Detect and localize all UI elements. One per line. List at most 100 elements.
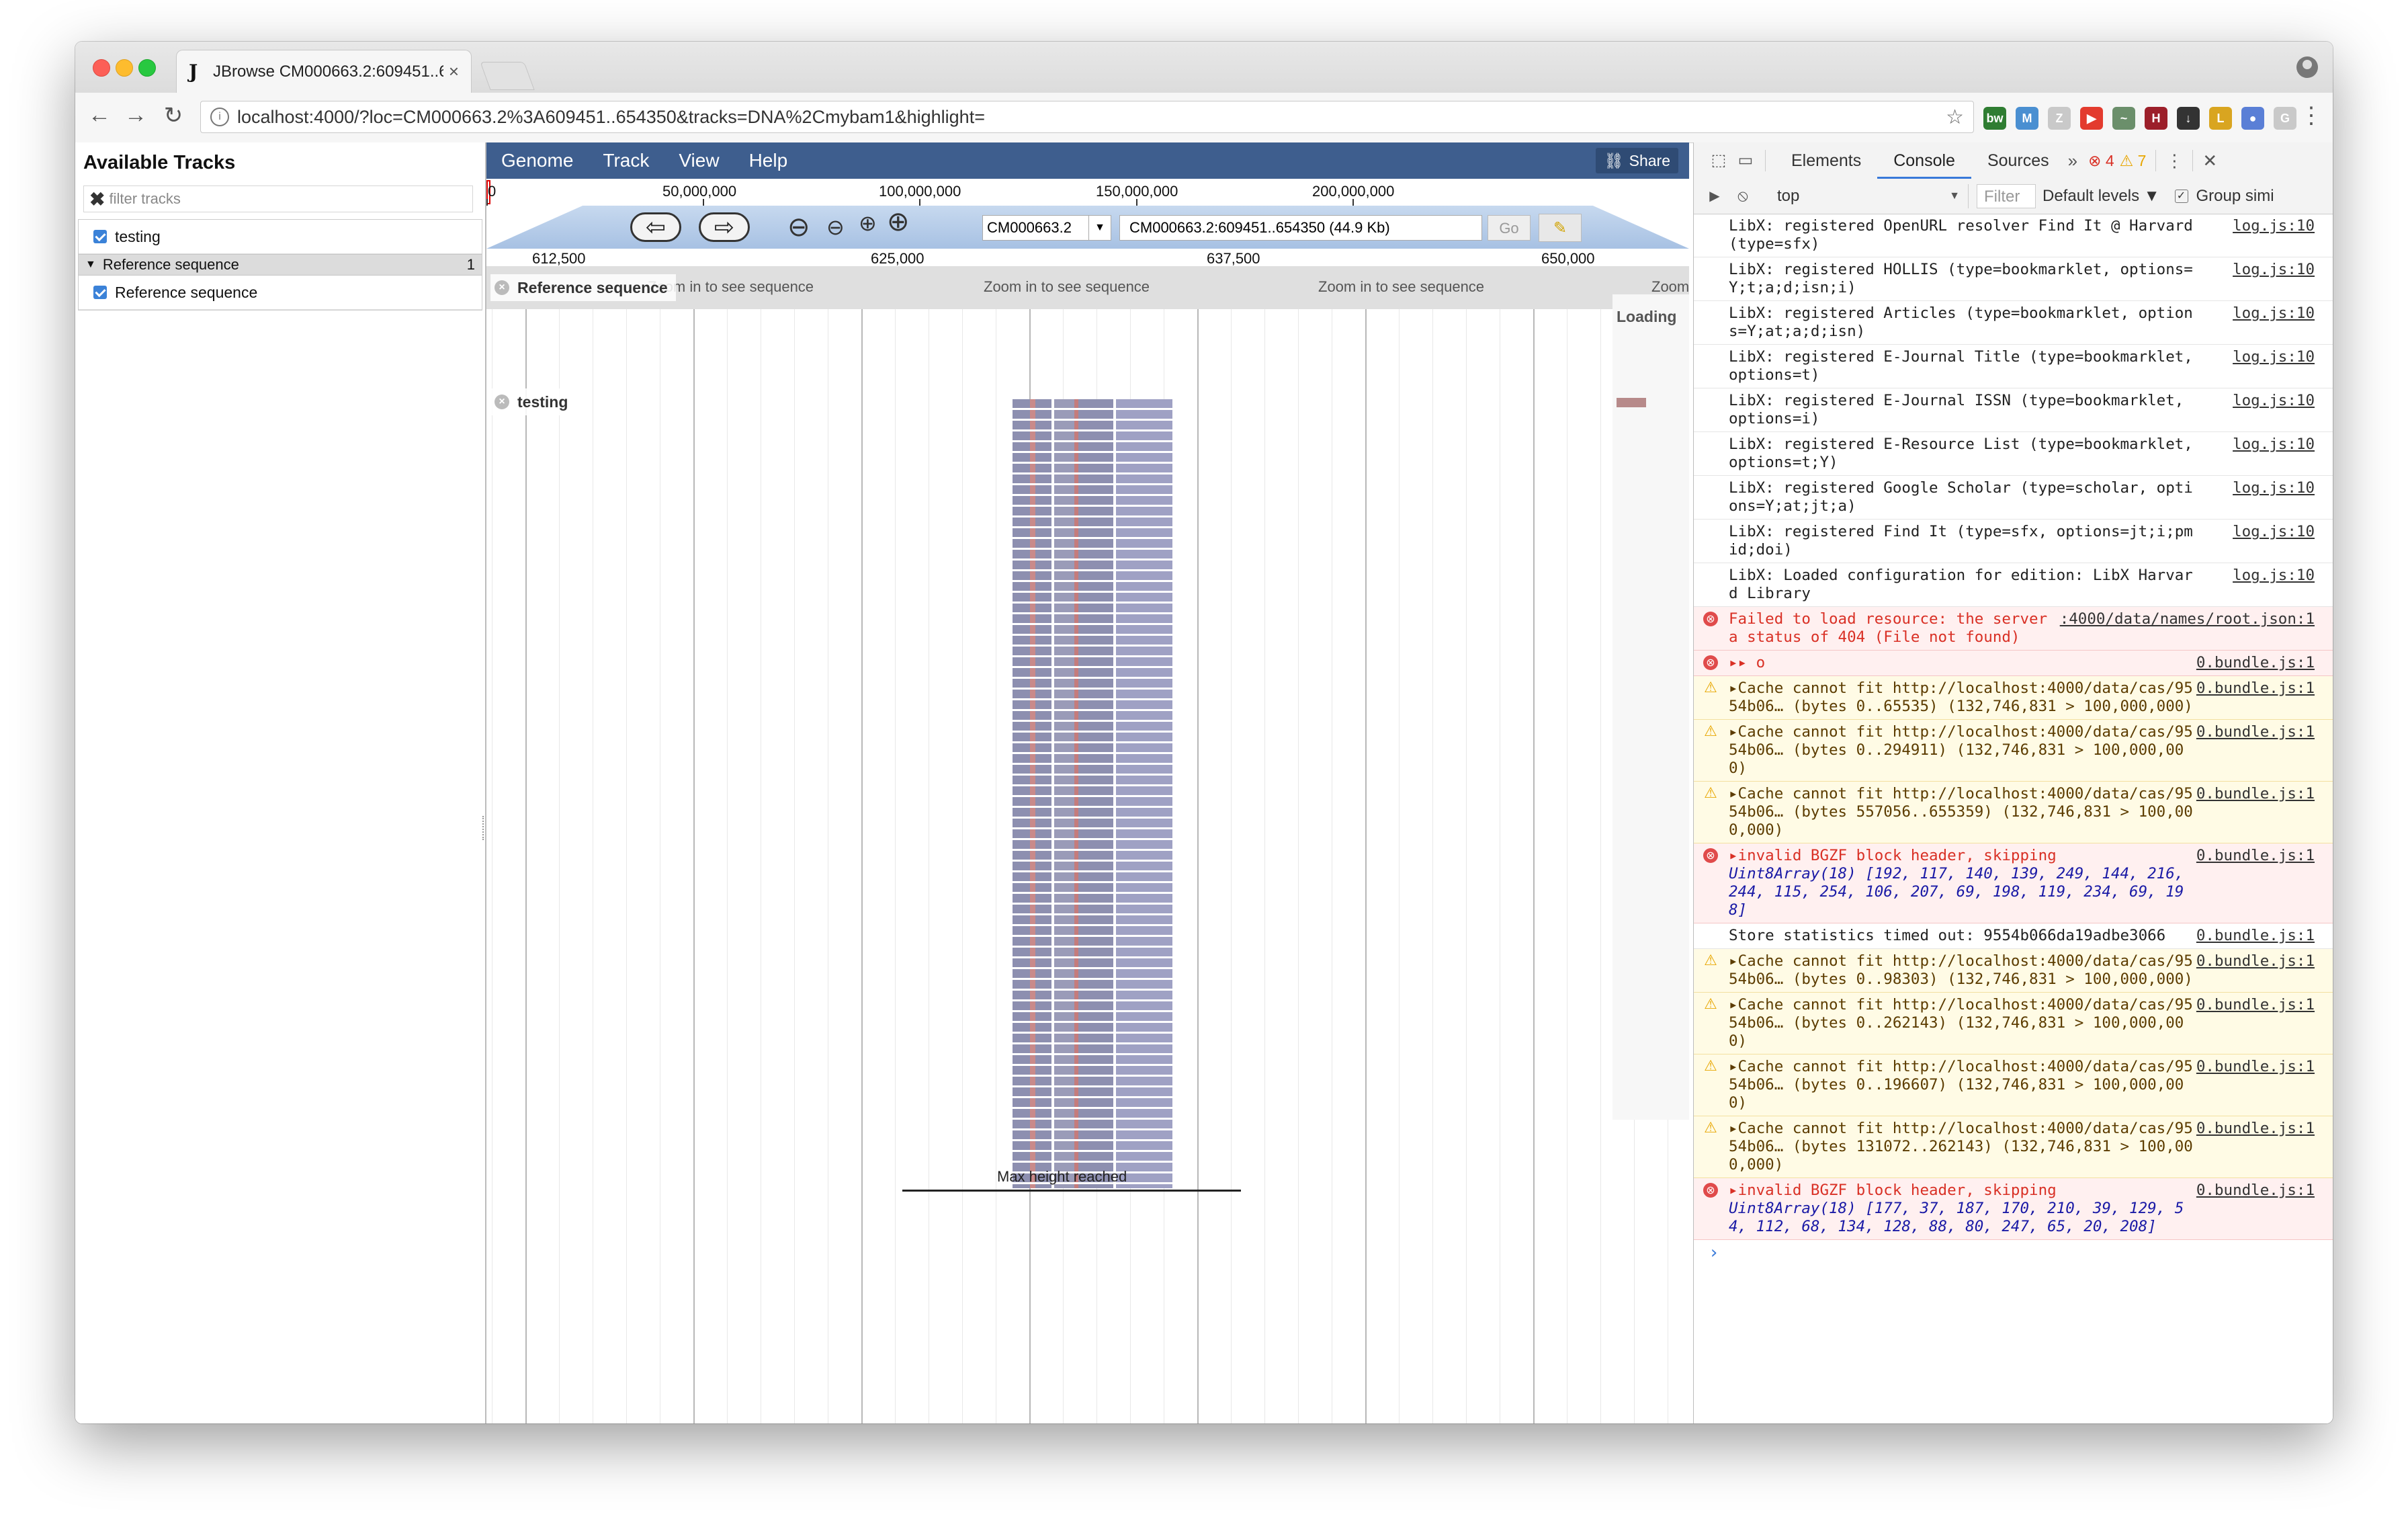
message-source-link[interactable]: 0.bundle.js:1 [2192,654,2315,672]
harvard-extension-icon[interactable]: H [2145,107,2167,130]
chrome-menu-icon[interactable]: ⋮ [2296,102,2326,129]
track-checkbox[interactable] [93,286,107,299]
close-devtools-icon[interactable]: ✕ [2202,151,2217,171]
track-label-testing[interactable]: × testing [490,388,576,415]
tab-elements[interactable]: Elements [1775,142,1877,179]
message-source-link[interactable]: log.js:10 [2229,304,2315,323]
youtube-extension-icon[interactable]: ▶ [2080,107,2103,130]
console-message[interactable]: log.js:10 LibX: registered E-Journal Titl… [1694,345,2333,388]
message-source-link[interactable]: 0.bundle.js:1 [2192,679,2315,698]
console-message[interactable]: log.js:10 LibX: registered Google Scholar… [1694,476,2333,520]
warning-count-badge[interactable]: ⚠ 7 [2120,152,2147,170]
zoom-out-icon[interactable]: ⊖ [826,212,845,242]
message-source-link[interactable]: 0.bundle.js:1 [2192,723,2315,741]
console-message[interactable]: ⚠ 0.bundle.js:1 ▸Cache cannot fit http://l… [1694,949,2333,993]
message-source-link[interactable]: 0.bundle.js:1 [2192,785,2315,803]
profile-icon[interactable] [2296,56,2318,78]
message-source-link[interactable]: 0.bundle.js:1 [2192,1120,2315,1138]
group-similar-toggle[interactable]: ✓ Group simi [2174,187,2274,206]
inspect-element-icon[interactable]: ⬚ [1709,151,1729,171]
download-extension-icon[interactable]: ↓ [2177,107,2200,130]
console-message[interactable]: ⊗:4000/data/names/root.json:1 Failed to l… [1694,607,2333,651]
new-tab-button[interactable] [480,62,535,90]
zoom-in-icon[interactable]: ⊕ [859,208,877,238]
track-label-reference-sequence[interactable]: × Reference sequence [490,274,676,301]
console-sidebar-icon[interactable]: ▶ [1705,186,1725,206]
reference-sequence-select[interactable]: CM000663.2 ▼ [982,215,1111,241]
bw-extension-icon[interactable]: bw [1983,107,2006,130]
error-count-badge[interactable]: ⊗ 4 [2088,152,2114,170]
close-track-icon[interactable]: × [494,280,509,295]
message-source-link[interactable]: log.js:10 [2229,217,2315,235]
message-source-link[interactable]: log.js:10 [2229,348,2315,366]
message-source-link[interactable]: 0.bundle.js:1 [2192,1182,2315,1200]
console-message[interactable]: log.js:10 LibX: registered E-Resource Lis… [1694,432,2333,476]
message-source-link[interactable]: 0.bundle.js:1 [2192,952,2315,970]
menu-track[interactable]: Track [603,150,649,171]
location-input[interactable]: CM000663.2:609451..654350 (44.9 Kb) [1119,215,1482,241]
console-message[interactable]: ⊗ 0.bundle.js:1 ▸▸ o [1694,651,2333,676]
back-icon[interactable]: ← [85,102,114,128]
pan-right-button[interactable]: ⇨ [699,212,750,242]
execution-context-select[interactable]: top ▼ [1765,184,1969,208]
console-message[interactable]: log.js:10 LibX: Loaded configuration for … [1694,563,2333,607]
console-message[interactable]: ⚠ 0.bundle.js:1 ▸Cache cannot fit http://l… [1694,1116,2333,1178]
alignment-read[interactable] [1617,398,1646,407]
zoom-in-more-icon[interactable]: ⊕ [887,207,910,237]
clear-filter-icon[interactable]: ✖ [89,188,105,210]
message-source-link[interactable]: 0.bundle.js:1 [2192,927,2315,945]
menu-help[interactable]: Help [749,150,788,171]
console-message[interactable]: 0.bundle.js:1 Store statistics timed out:… [1694,923,2333,949]
site-info-icon[interactable]: i [210,108,229,126]
chevron-down-icon[interactable]: ▼ [1088,216,1111,240]
console-message[interactable]: ⚠ 0.bundle.js:1 ▸Cache cannot fit http://l… [1694,782,2333,843]
minimize-window-button[interactable] [116,59,133,77]
console-message[interactable]: ⚠ 0.bundle.js:1 ▸Cache cannot fit http://l… [1694,676,2333,720]
filter-tracks-input[interactable]: ✖ filter tracks [83,185,473,212]
collapse-caret-icon[interactable]: ▼ [85,259,96,271]
clear-console-icon[interactable]: ⦸ [1733,186,1753,206]
reload-icon[interactable]: ↻ [159,102,188,129]
close-window-button[interactable] [93,59,110,77]
libx-extension-icon[interactable]: L [2209,107,2232,130]
menu-genome[interactable]: Genome [501,150,573,171]
message-source-link[interactable]: 0.bundle.js:1 [2192,847,2315,865]
console-prompt-input[interactable]: › [1694,1240,2333,1266]
track-item-reference-sequence[interactable]: Reference sequence [79,276,482,310]
url-text[interactable]: localhost:4000/?loc=CM000663.2%3A609451.… [237,107,1946,128]
tab-sources[interactable]: Sources [1971,142,2065,179]
bookmark-star-icon[interactable]: ☆ [1946,106,1964,129]
zoom-out-more-icon[interactable]: ⊖ [787,212,810,242]
message-source-link[interactable]: log.js:10 [2229,479,2315,497]
pan-left-button[interactable]: ⇦ [630,212,681,242]
group-similar-checkbox[interactable]: ✓ [2174,190,2188,203]
console-message[interactable]: ⚠ 0.bundle.js:1 ▸Cache cannot fit http://l… [1694,1054,2333,1116]
console-message[interactable]: ⚠ 0.bundle.js:1 ▸Cache cannot fit http://l… [1694,993,2333,1054]
share-button[interactable]: ⛓ Share [1596,148,1678,173]
message-source-link[interactable]: log.js:10 [2229,567,2315,585]
maximize-window-button[interactable] [138,59,156,77]
track-checkbox[interactable] [93,230,107,243]
highlight-button[interactable]: ✎ [1539,214,1582,242]
message-source-link[interactable]: 0.bundle.js:1 [2192,996,2315,1014]
tab-console[interactable]: Console [1877,142,1971,179]
message-source-link[interactable]: log.js:10 [2229,436,2315,454]
log-levels-dropdown[interactable]: Default levels ▼ [2042,187,2160,206]
console-filter-input[interactable]: Filter [1977,184,2036,208]
category-reference-sequence[interactable]: ▼ Reference sequence 1 [79,254,482,276]
chart-extension-icon[interactable]: ~ [2112,107,2135,130]
genome-overview-ruler[interactable]: 0 50,000,000 100,000,000 150,000,000 200,000… [486,179,1689,206]
url-bar[interactable]: i localhost:4000/?loc=CM000663.2%3A60945… [200,101,1974,133]
message-array-value[interactable]: Uint8Array(18) [177, 37, 187, 170, 210, … [1729,1200,2323,1236]
console-message[interactable]: log.js:10 LibX: registered OpenURL resolv… [1694,214,2333,257]
devtools-menu-icon[interactable]: ⋮ [2165,151,2183,171]
console-message[interactable]: log.js:10 LibX: registered Articles (type… [1694,301,2333,345]
more-tabs-icon[interactable]: » [2068,151,2077,171]
message-array-value[interactable]: Uint8Array(18) [192, 117, 140, 139, 249,… [1729,865,2323,919]
track-item-testing[interactable]: testing [79,220,482,254]
tracks-area[interactable]: Zoom in to see sequence Zoom in to see s… [486,266,1689,1423]
console-message[interactable]: ⊗ 0.bundle.js:1 ▸invalid BGZF block header… [1694,843,2333,923]
message-source-link[interactable]: log.js:10 [2229,523,2315,541]
close-track-icon[interactable]: × [494,395,509,409]
colorwheel-extension-icon[interactable]: ● [2241,107,2264,130]
